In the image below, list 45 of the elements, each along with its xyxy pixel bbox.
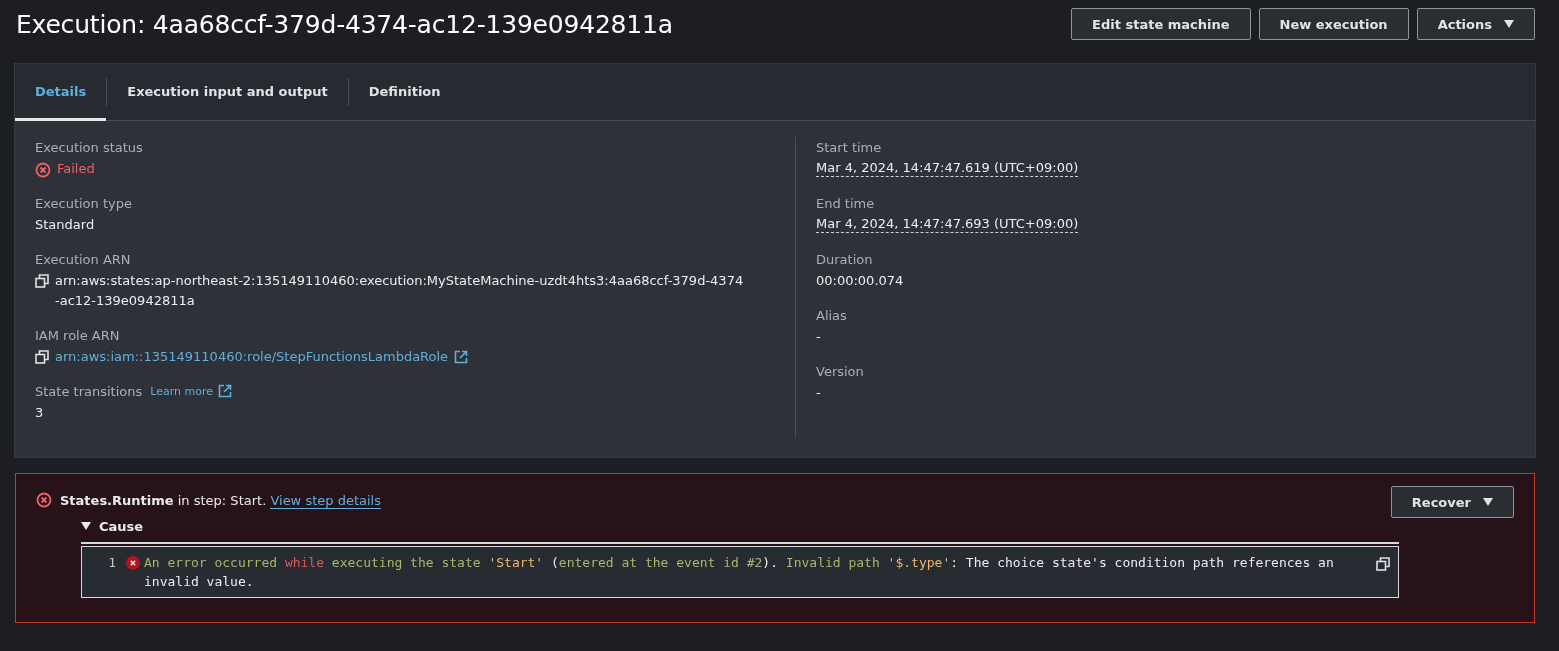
header-button[interactable]: New execution xyxy=(1258,8,1409,40)
field-label: Execution type xyxy=(35,195,132,211)
field-value: - xyxy=(816,328,821,346)
caret-icon xyxy=(1483,498,1493,506)
caret-icon xyxy=(1504,20,1514,28)
field-label: Start time xyxy=(816,139,882,155)
tab[interactable]: Execution input and output xyxy=(107,64,348,121)
field-label: Alias xyxy=(816,307,847,323)
dropdown-button[interactable]: Actions xyxy=(1416,8,1535,40)
field-label: Execution ARN xyxy=(35,251,131,267)
error-marker-icon xyxy=(126,556,140,570)
caret-icon xyxy=(81,522,91,530)
copy-icon[interactable] xyxy=(1376,557,1390,571)
tab[interactable]: Definition xyxy=(348,64,461,121)
copy-icon xyxy=(35,350,49,364)
field-label: IAM role ARN xyxy=(35,327,120,343)
timestamp: Mar 4, 2024, 14:47:47.693 (UTC+09:00) xyxy=(816,215,1079,233)
field-value: 3 xyxy=(35,404,44,422)
tab[interactable]: Details xyxy=(15,64,107,121)
field-value: 00:00:00.074 xyxy=(816,272,904,290)
external-link-icon xyxy=(218,384,232,398)
field-label: End time xyxy=(816,195,875,211)
field-value: Standard xyxy=(35,216,95,234)
field-value: arn:aws:states:ap-northeast-2:135149110460:execution:MyStateMachine-uzdt4hts3:4aa68ccf-379d-4374-ac12-139e0942811a xyxy=(55,272,745,310)
field-label: State transitions xyxy=(35,383,143,399)
code-line: An error occurred while executing the state 'Start' (entered at the event id #2). Invalid path '$.type': The choice state's condition path references an invalid value. xyxy=(144,554,1335,591)
recover-button[interactable]: Recover xyxy=(1390,486,1514,518)
view-step-details-link[interactable]: View step details xyxy=(270,492,381,509)
arn-link[interactable]: arn:aws:iam::135149110460:role/StepFunctionsLambdaRole xyxy=(55,347,449,367)
field-label: Version xyxy=(816,363,864,379)
timestamp: Mar 4, 2024, 14:47:47.619 (UTC+09:00) xyxy=(816,159,1079,177)
field-label: Execution status xyxy=(35,139,143,155)
error-message: States.Runtime in step: Start. View step details xyxy=(60,492,381,508)
cause-toggle[interactable]: Cause xyxy=(81,516,1356,536)
header-button[interactable]: Edit state machine xyxy=(1071,8,1251,40)
error-circle-icon xyxy=(35,162,51,178)
copy-icon xyxy=(35,274,49,288)
field-label: Duration xyxy=(816,251,873,267)
field-value: - xyxy=(816,384,821,402)
learn-more-link[interactable]: Learn more xyxy=(150,384,213,398)
error-circle-icon xyxy=(36,492,52,508)
external-link-icon xyxy=(454,350,469,364)
line-number: 1 xyxy=(107,554,116,572)
status-value: Failed xyxy=(57,160,95,178)
page-title: Execution: 4aa68ccf-379d-4374-ac12-139e0942811a xyxy=(16,9,673,39)
